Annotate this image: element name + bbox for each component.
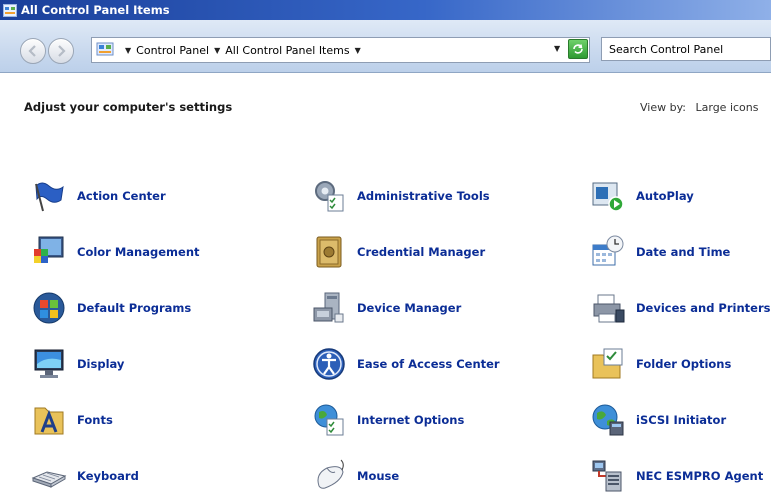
windows-orb-icon (33, 292, 65, 324)
item-label: Internet Options (357, 413, 465, 427)
item-display[interactable]: Display (31, 345, 124, 383)
chevron-down-icon[interactable]: ▼ (125, 46, 131, 55)
page-heading: Adjust your computer's settings (24, 100, 233, 114)
item-label: Keyboard (77, 469, 139, 483)
calendar-clock-icon (592, 235, 624, 266)
control-panel-icon (3, 3, 17, 17)
server-agent-icon (592, 460, 622, 492)
item-label: Display (77, 357, 125, 371)
folder-options-icon (592, 348, 623, 379)
item-devices-and-printers[interactable]: Devices and Printers (590, 289, 770, 327)
item-label: Fonts (77, 413, 113, 427)
item-label: Action Center (77, 189, 166, 203)
breadcrumb-all-items[interactable]: All Control Panel Items (225, 44, 349, 57)
item-nec-esmpro-agent[interactable]: NEC ESMPRO Agent (590, 457, 763, 495)
item-mouse[interactable]: Mouse (311, 457, 399, 495)
view-by-label: View by: (640, 101, 686, 114)
address-history-dropdown-icon[interactable]: ▼ (554, 44, 560, 53)
item-label: Device Manager (357, 301, 462, 315)
control-panel-icon (96, 42, 114, 56)
item-credential-manager[interactable]: Credential Manager (311, 233, 485, 271)
item-label: Default Programs (77, 301, 192, 315)
monitor-icon (34, 349, 64, 378)
window-title: All Control Panel Items (21, 3, 170, 17)
arrow-right-icon (58, 45, 66, 57)
forward-button[interactable] (48, 38, 74, 64)
globe-checklist-icon (314, 404, 344, 436)
item-label: Devices and Printers (636, 301, 771, 315)
item-internet-options[interactable]: Internet Options (311, 401, 464, 439)
chevron-down-icon[interactable]: ▼ (355, 46, 361, 55)
main-content: Adjust your computer's settings View by:… (0, 73, 771, 499)
navigation-toolbar: ▼ Control Panel ▼ All Control Panel Item… (0, 20, 771, 73)
address-bar[interactable]: ▼ Control Panel ▼ All Control Panel Item… (91, 37, 590, 63)
search-placeholder: Search Control Panel (609, 42, 724, 56)
flag-icon (35, 182, 64, 212)
fonts-icon (34, 407, 64, 435)
view-by: View by: Large icons (640, 101, 758, 114)
item-label: NEC ESMPRO Agent (636, 469, 764, 483)
item-folder-options[interactable]: Folder Options (590, 345, 731, 383)
item-label: Color Management (77, 245, 200, 259)
item-default-programs[interactable]: Default Programs (31, 289, 191, 327)
item-device-manager[interactable]: Device Manager (311, 289, 461, 327)
item-label: iSCSI Initiator (636, 413, 727, 427)
item-action-center[interactable]: Action Center (31, 177, 166, 215)
mouse-icon (317, 459, 344, 489)
item-autoplay[interactable]: AutoPlay (590, 177, 694, 215)
item-label: Date and Time (636, 245, 731, 259)
item-label: Credential Manager (357, 245, 486, 259)
title-bar: All Control Panel Items (0, 0, 771, 20)
printer-icon (593, 294, 625, 323)
vault-icon (316, 236, 342, 268)
item-date-and-time[interactable]: Date and Time (590, 233, 730, 271)
item-color-management[interactable]: Color Management (31, 233, 200, 271)
item-label: Ease of Access Center (357, 357, 500, 371)
admin-tools-icon (315, 181, 344, 212)
search-input[interactable]: Search Control Panel (601, 37, 771, 61)
refresh-icon (573, 44, 583, 54)
accessibility-icon (313, 348, 345, 380)
globe-network-icon (592, 404, 624, 436)
arrow-left-icon (28, 45, 36, 57)
item-keyboard[interactable]: Keyboard (31, 457, 139, 495)
item-label: Administrative Tools (357, 189, 490, 203)
refresh-button[interactable] (568, 39, 588, 59)
item-fonts[interactable]: Fonts (31, 401, 113, 439)
back-button[interactable] (20, 38, 46, 64)
view-by-dropdown[interactable]: Large icons (696, 101, 759, 114)
color-management-icon (34, 236, 64, 263)
item-label: Folder Options (636, 357, 732, 371)
chevron-down-icon[interactable]: ▼ (214, 46, 220, 55)
item-label: Mouse (357, 469, 400, 483)
autoplay-icon (592, 182, 624, 212)
keyboard-icon (31, 471, 67, 488)
item-label: AutoPlay (636, 189, 694, 203)
item-iscsi-initiator[interactable]: iSCSI Initiator (590, 401, 726, 439)
item-administrative-tools[interactable]: Administrative Tools (311, 177, 490, 215)
breadcrumb-control-panel[interactable]: Control Panel (136, 44, 209, 57)
item-ease-of-access-center[interactable]: Ease of Access Center (311, 345, 500, 383)
device-manager-icon (313, 292, 344, 323)
